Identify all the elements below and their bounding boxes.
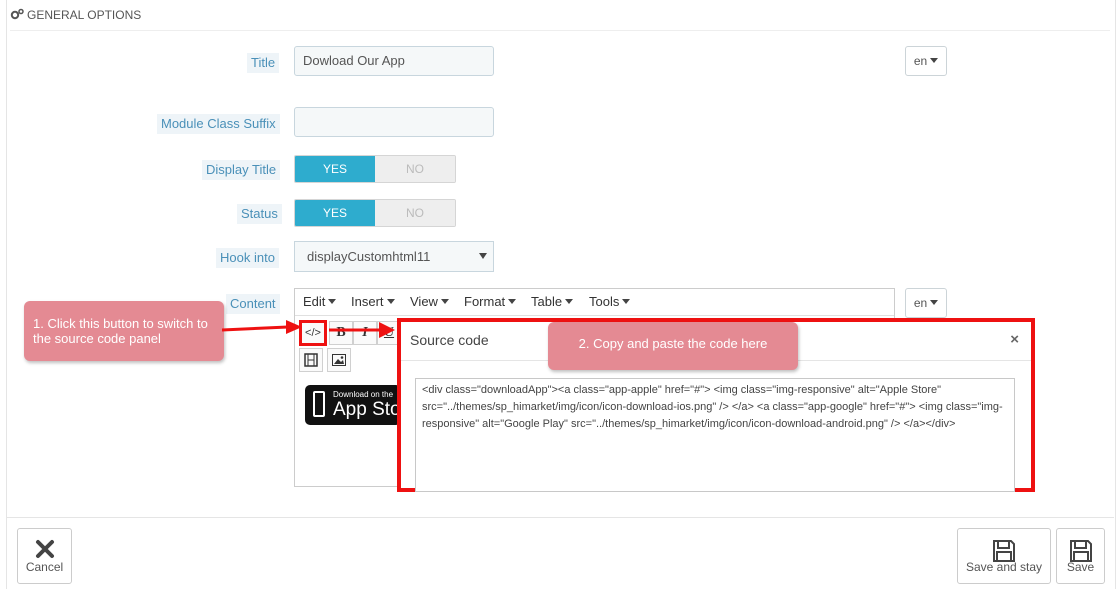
arrow-icon: [222, 320, 302, 334]
phone-icon: [313, 391, 325, 417]
callout-step2-text: 2. Copy and paste the code here: [578, 336, 768, 351]
caret-down-icon: [622, 299, 631, 304]
title-lang-value: en: [913, 54, 928, 68]
select-arrow-icon: [479, 253, 487, 259]
status-no[interactable]: NO: [375, 200, 455, 226]
display-title-no[interactable]: NO: [375, 156, 455, 182]
caret-down-icon: [565, 299, 574, 304]
save-and-stay-label: Save and stay: [965, 560, 1043, 574]
caret-down-icon: [386, 299, 395, 304]
hook-label: Hook into: [216, 248, 279, 268]
status-label: Status: [237, 204, 282, 224]
arrow-icon: [329, 322, 395, 338]
display-title-switch[interactable]: YES NO: [294, 155, 456, 183]
title-lang-dropdown[interactable]: en: [905, 46, 947, 76]
close-icon: [35, 540, 54, 558]
content-lang-value: en: [913, 296, 928, 310]
display-title-label: Display Title: [202, 160, 281, 180]
save-label: Save: [1066, 560, 1095, 574]
hook-value: displayCustomhtml11: [307, 249, 431, 264]
status-yes[interactable]: YES: [295, 200, 375, 226]
suffix-label: Module Class Suffix: [157, 114, 280, 134]
menu-insert[interactable]: Insert: [351, 294, 395, 309]
display-title-yes[interactable]: YES: [295, 156, 375, 182]
caret-down-icon: [440, 299, 449, 304]
content-label: Content: [226, 294, 280, 314]
menu-format[interactable]: Format: [464, 294, 517, 309]
suffix-input[interactable]: [294, 107, 494, 137]
caret-down-icon: [930, 300, 939, 305]
save-and-stay-button[interactable]: Save and stay: [957, 528, 1051, 584]
film-icon: [304, 353, 318, 367]
caret-down-icon: [508, 299, 517, 304]
title-label: Title: [247, 53, 280, 73]
source-code-textarea[interactable]: <div class="downloadApp"><a class="app-a…: [415, 378, 1015, 492]
callout-step1: 1. Click this button to switch to the so…: [24, 301, 224, 361]
menu-edit[interactable]: Edit: [303, 294, 337, 309]
menu-table[interactable]: Table: [531, 294, 574, 309]
dialog-title: Source code: [410, 332, 489, 348]
video-button[interactable]: [299, 348, 323, 372]
footer-divider: [6, 517, 1114, 518]
close-icon[interactable]: ×: [1010, 331, 1019, 348]
menu-view[interactable]: View: [410, 294, 449, 309]
callout-step1-text: 1. Click this button to switch to the so…: [33, 316, 208, 346]
caret-down-icon: [328, 299, 337, 304]
menu-tools[interactable]: Tools: [589, 294, 631, 309]
caret-down-icon: [930, 58, 939, 63]
image-button[interactable]: [327, 348, 351, 372]
panel-title: GENERAL OPTIONS: [27, 8, 142, 22]
save-button[interactable]: Save: [1056, 528, 1105, 584]
editor-menubar: Edit Insert View Format Table Tools: [295, 289, 894, 316]
hook-select[interactable]: displayCustomhtml11: [294, 241, 494, 272]
callout-step2: 2. Copy and paste the code here: [548, 322, 798, 370]
status-switch[interactable]: YES NO: [294, 199, 456, 227]
title-input[interactable]: Dowload Our App: [294, 46, 494, 76]
panel-heading: GENERAL OPTIONS: [10, 0, 1110, 31]
source-code-button[interactable]: </>: [299, 320, 327, 346]
image-icon: [332, 354, 346, 366]
gears-icon: [10, 8, 24, 20]
cancel-button[interactable]: Cancel: [17, 528, 72, 584]
cancel-label: Cancel: [25, 560, 64, 574]
content-lang-dropdown[interactable]: en: [905, 288, 947, 318]
app-store-badge: Download on the App Store: [305, 385, 401, 425]
